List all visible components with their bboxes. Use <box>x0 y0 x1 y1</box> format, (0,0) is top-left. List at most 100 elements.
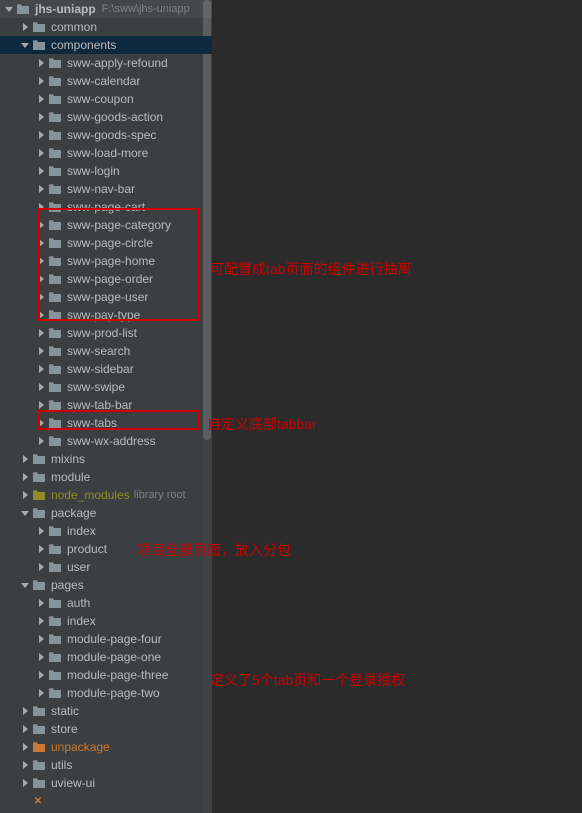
tree-item-sww-sidebar[interactable]: sww-sidebar <box>0 360 212 378</box>
tree-item-sww-search[interactable]: sww-search <box>0 342 212 360</box>
chevron-right-icon[interactable] <box>36 346 46 356</box>
chevron-right-icon[interactable] <box>36 652 46 662</box>
chevron-right-icon[interactable] <box>36 418 46 428</box>
tree-item-mixins[interactable]: mixins <box>0 450 212 468</box>
tree-item-jhs-uniapp[interactable]: jhs-uniappF:\sww\jhs-uniapp <box>0 0 212 18</box>
chevron-right-icon[interactable] <box>20 796 30 806</box>
tree-item-uview-ui[interactable]: uview-ui <box>0 774 212 792</box>
tree-item-components[interactable]: components <box>0 36 212 54</box>
tree-item-sww-swipe[interactable]: sww-swipe <box>0 378 212 396</box>
chevron-right-icon[interactable] <box>36 364 46 374</box>
tree-item-sww-calendar[interactable]: sww-calendar <box>0 72 212 90</box>
chevron-right-icon[interactable] <box>20 760 30 770</box>
tree-item-module[interactable]: module <box>0 468 212 486</box>
chevron-right-icon[interactable] <box>36 400 46 410</box>
chevron-right-icon[interactable] <box>36 688 46 698</box>
tree-item-unpackage[interactable]: unpackage <box>0 738 212 756</box>
chevron-right-icon[interactable] <box>36 148 46 158</box>
chevron-right-icon[interactable] <box>36 112 46 122</box>
file-tree[interactable]: jhs-uniappF:\sww\jhs-uniappcommoncompone… <box>0 0 212 813</box>
tree-item-label: sww-page-category <box>67 218 171 232</box>
chevron-right-icon[interactable] <box>36 544 46 554</box>
tree-item-sww-page-user[interactable]: sww-page-user <box>0 288 212 306</box>
chevron-right-icon[interactable] <box>36 598 46 608</box>
tree-item-sww-login[interactable]: sww-login <box>0 162 212 180</box>
tree-item-module-page-four[interactable]: module-page-four <box>0 630 212 648</box>
chevron-right-icon[interactable] <box>36 184 46 194</box>
chevron-down-icon[interactable] <box>20 508 30 518</box>
tree-item-label: product <box>67 542 107 556</box>
tree-item-label: module-page-one <box>67 650 161 664</box>
chevron-down-icon[interactable] <box>20 580 30 590</box>
tree-item-sww-page-cart[interactable]: sww-page-cart <box>0 198 212 216</box>
tree-item-static[interactable]: static <box>0 702 212 720</box>
folder-icon <box>48 129 62 141</box>
chevron-right-icon[interactable] <box>36 562 46 572</box>
tree-item-product[interactable]: product <box>0 540 212 558</box>
tree-item-sww-coupon[interactable]: sww-coupon <box>0 90 212 108</box>
tree-item-label: sww-coupon <box>67 92 134 106</box>
chevron-right-icon[interactable] <box>36 202 46 212</box>
tree-item-user[interactable]: user <box>0 558 212 576</box>
tree-item-sww-goods-spec[interactable]: sww-goods-spec <box>0 126 212 144</box>
tree-item-sww-tabs[interactable]: sww-tabs <box>0 414 212 432</box>
tree-item-sww-tab-bar[interactable]: sww-tab-bar <box>0 396 212 414</box>
chevron-right-icon[interactable] <box>36 274 46 284</box>
chevron-right-icon[interactable] <box>20 454 30 464</box>
chevron-right-icon[interactable] <box>20 778 30 788</box>
tree-item-sww-wx-address[interactable]: sww-wx-address <box>0 432 212 450</box>
tree-item-sww-page-home[interactable]: sww-page-home <box>0 252 212 270</box>
tree-item-sww-goods-action[interactable]: sww-goods-action <box>0 108 212 126</box>
chevron-right-icon[interactable] <box>36 292 46 302</box>
chevron-right-icon[interactable] <box>36 382 46 392</box>
tree-item-module-page-one[interactable]: module-page-one <box>0 648 212 666</box>
chevron-right-icon[interactable] <box>36 76 46 86</box>
chevron-right-icon[interactable] <box>20 472 30 482</box>
chevron-right-icon[interactable] <box>36 166 46 176</box>
tree-item-store[interactable]: store <box>0 720 212 738</box>
tree-item-sww-page-order[interactable]: sww-page-order <box>0 270 212 288</box>
chevron-right-icon[interactable] <box>36 634 46 644</box>
tree-item-module-page-two[interactable]: module-page-two <box>0 684 212 702</box>
chevron-down-icon[interactable] <box>20 40 30 50</box>
tree-item-sww-pay-type[interactable]: sww-pay-type <box>0 306 212 324</box>
chevron-right-icon[interactable] <box>20 490 30 500</box>
chevron-down-icon[interactable] <box>4 4 14 14</box>
library-hint: library root <box>134 489 186 501</box>
chevron-right-icon[interactable] <box>36 328 46 338</box>
tree-item-pages[interactable]: pages <box>0 576 212 594</box>
tree-item-auth[interactable]: auth <box>0 594 212 612</box>
folder-icon <box>48 201 62 213</box>
chevron-right-icon[interactable] <box>36 220 46 230</box>
chevron-right-icon[interactable] <box>20 706 30 716</box>
chevron-right-icon[interactable] <box>36 436 46 446</box>
chevron-right-icon[interactable] <box>36 670 46 680</box>
folder-icon <box>48 687 62 699</box>
tree-item-unknown[interactable]: ✕ <box>0 792 212 810</box>
tree-item-utils[interactable]: utils <box>0 756 212 774</box>
chevron-right-icon[interactable] <box>36 310 46 320</box>
chevron-right-icon[interactable] <box>36 238 46 248</box>
chevron-right-icon[interactable] <box>36 130 46 140</box>
chevron-right-icon[interactable] <box>36 256 46 266</box>
chevron-right-icon[interactable] <box>36 616 46 626</box>
tree-item-sww-load-more[interactable]: sww-load-more <box>0 144 212 162</box>
tree-item-sww-prod-list[interactable]: sww-prod-list <box>0 324 212 342</box>
tree-item-sww-page-category[interactable]: sww-page-category <box>0 216 212 234</box>
tree-item-package[interactable]: package <box>0 504 212 522</box>
chevron-right-icon[interactable] <box>36 58 46 68</box>
tree-item-sww-apply-refound[interactable]: sww-apply-refound <box>0 54 212 72</box>
tree-item-index[interactable]: index <box>0 522 212 540</box>
tree-item-sww-page-circle[interactable]: sww-page-circle <box>0 234 212 252</box>
chevron-right-icon[interactable] <box>36 526 46 536</box>
chevron-right-icon[interactable] <box>20 724 30 734</box>
tree-item-common[interactable]: common <box>0 18 212 36</box>
chevron-right-icon[interactable] <box>20 22 30 32</box>
tree-item-node_modules[interactable]: node_moduleslibrary root <box>0 486 212 504</box>
chevron-right-icon[interactable] <box>36 94 46 104</box>
chevron-right-icon[interactable] <box>20 742 30 752</box>
tree-item-sww-nav-bar[interactable]: sww-nav-bar <box>0 180 212 198</box>
tree-item-module-page-three[interactable]: module-page-three <box>0 666 212 684</box>
folder-icon <box>48 525 62 537</box>
tree-item-index[interactable]: index <box>0 612 212 630</box>
